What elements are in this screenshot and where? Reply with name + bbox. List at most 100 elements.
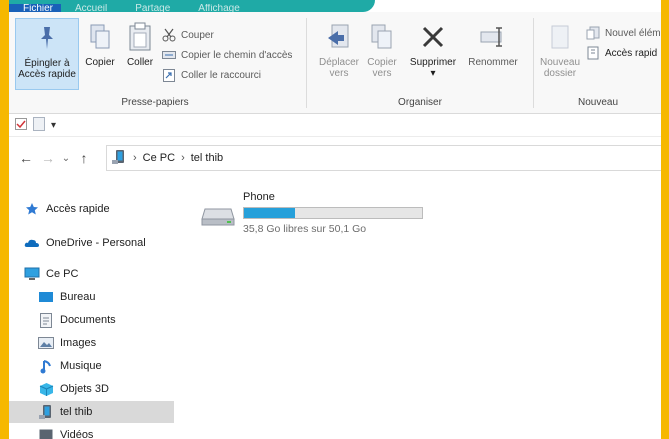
nav-item-desktop[interactable]: Bureau — [9, 286, 174, 308]
nav-item-quick-access[interactable]: Accès rapide — [9, 198, 174, 220]
paste-label: Coller — [126, 57, 154, 68]
properties-icon[interactable] — [15, 118, 27, 133]
back-icon[interactable]: ← — [15, 150, 37, 166]
copy-to-label-2: vers — [372, 68, 392, 79]
copy-path-button[interactable]: Copier le chemin d'accès — [161, 46, 292, 64]
nav-label: Ce PC — [46, 268, 79, 280]
new-folder-icon — [544, 20, 576, 54]
nav-item-onedrive[interactable]: OneDrive - Personal — [9, 232, 174, 254]
rename-button[interactable]: Renommer — [463, 18, 523, 70]
hard-drive-icon — [201, 201, 235, 230]
nav-label: Objets 3D — [60, 383, 109, 395]
copy-icon — [84, 20, 116, 54]
breadcrumb-separator: › — [133, 152, 137, 164]
drive-usage-fill — [244, 208, 295, 218]
music-note-icon — [37, 358, 55, 374]
up-icon[interactable]: ↑ — [73, 150, 95, 166]
nav-item-3d-objects[interactable]: Objets 3D — [9, 378, 174, 400]
nav-item-music[interactable]: Musique — [9, 355, 174, 377]
pin-quick-access-button[interactable]: Épingler à Accès rapide — [15, 18, 79, 90]
copy-label: Copier — [85, 57, 115, 68]
copy-to-icon — [366, 20, 398, 54]
copy-path-label: Copier le chemin d'accès — [181, 49, 293, 61]
paste-button[interactable]: Coller — [121, 18, 159, 70]
drive-free-space: 35,8 Go libres sur 50,1 Go — [243, 223, 367, 235]
content-pane: Phone 35,8 Go libres sur 50,1 Go — [179, 185, 659, 439]
breadcrumb-item[interactable]: tel thib — [191, 152, 223, 164]
move-to-label-1: Déplacer — [318, 57, 360, 68]
quick-access-toolbar: ▾ — [9, 115, 661, 137]
recent-locations-icon[interactable]: ⌄ — [59, 153, 73, 164]
device-icon — [37, 404, 55, 420]
move-to-icon — [323, 20, 355, 54]
navigation-bar: ← → ⌄ ↑ › Ce PC › tel thib — [9, 145, 661, 171]
move-to-label-2: vers — [329, 68, 349, 79]
address-bar[interactable]: › Ce PC › tel thib — [106, 145, 661, 171]
navigation-pane: Accès rapide OneDrive - Personal Ce PC B… — [9, 185, 174, 439]
new-folder-qat-icon[interactable] — [33, 117, 45, 134]
breadcrumb-separator: › — [181, 152, 185, 164]
easy-access-button[interactable]: Accès rapid — [585, 44, 657, 62]
group-organize: Déplacer vers Copier vers Supprimer ▾ Re… — [309, 12, 531, 112]
rename-label: Renommer — [468, 57, 518, 68]
paste-shortcut-label: Coller le raccourci — [181, 69, 262, 81]
nav-item-device[interactable]: tel thib — [9, 401, 174, 423]
drive-name: Phone — [243, 191, 275, 203]
cut-label: Couper — [181, 29, 214, 41]
nav-item-videos[interactable]: Vidéos — [9, 424, 174, 439]
scissors-icon — [161, 27, 177, 43]
cloud-icon — [23, 235, 41, 251]
easy-access-label: Accès rapid — [605, 47, 658, 59]
nav-item-images[interactable]: Images — [9, 332, 174, 354]
nav-label: OneDrive - Personal — [46, 237, 146, 249]
group-clipboard: Épingler à Accès rapide Copier Coller Co… — [9, 12, 301, 112]
desktop-icon — [37, 289, 55, 305]
drive-usage-bar — [243, 207, 423, 219]
delete-label: Supprimer — [409, 57, 457, 68]
new-folder-label-2: dossier — [543, 68, 577, 79]
nav-label: Accès rapide — [46, 203, 110, 215]
device-icon — [111, 149, 127, 168]
group-new: Nouveau dossier Nouvel élém Accès rapid … — [535, 12, 661, 112]
delete-button[interactable]: Supprimer ▾ — [405, 18, 461, 81]
clipboard-group-label: Presse-papiers — [121, 97, 189, 108]
nav-label: tel thib — [60, 406, 93, 418]
monitor-icon — [23, 266, 41, 282]
cube-icon — [37, 381, 55, 397]
move-to-button[interactable]: Déplacer vers — [315, 18, 363, 81]
new-item-button[interactable]: Nouvel élém — [585, 24, 661, 42]
new-group-label: Nouveau — [577, 97, 619, 108]
organize-group-label: Organiser — [398, 97, 442, 108]
easy-access-icon — [585, 45, 601, 61]
ribbon-separator — [533, 18, 534, 108]
chevron-down-icon: ▾ — [430, 68, 436, 79]
ribbon: Épingler à Accès rapide Copier Coller Co… — [9, 12, 661, 114]
customize-qat-icon[interactable]: ▾ — [51, 120, 56, 131]
cut-button[interactable]: Couper — [161, 26, 214, 44]
pin-icon — [31, 21, 63, 55]
paste-shortcut-icon — [161, 67, 177, 83]
new-folder-button[interactable]: Nouveau dossier — [535, 18, 585, 81]
breadcrumb-item[interactable]: Ce PC — [143, 152, 175, 164]
drive-tile-phone[interactable]: Phone 35,8 Go libres sur 50,1 Go — [193, 189, 453, 241]
pin-label-2: Accès rapide — [18, 69, 76, 80]
nav-label: Vidéos — [60, 429, 94, 439]
nav-item-this-pc[interactable]: Ce PC — [9, 263, 174, 285]
nav-label: Documents — [60, 314, 116, 326]
forward-icon[interactable]: → — [37, 150, 59, 166]
rename-icon — [477, 20, 509, 54]
pin-label-1: Épingler à — [24, 58, 70, 69]
new-folder-label-1: Nouveau — [539, 57, 581, 68]
paste-shortcut-button[interactable]: Coller le raccourci — [161, 66, 261, 84]
copy-button[interactable]: Copier — [81, 18, 119, 70]
close-icon — [417, 20, 449, 54]
image-icon — [37, 335, 55, 351]
nav-label: Bureau — [60, 291, 96, 303]
ribbon-separator — [306, 18, 307, 108]
copy-path-icon — [161, 47, 177, 63]
explorer-window: Fichier Accueil Partage Affichage Épingl… — [9, 0, 661, 439]
video-icon — [37, 427, 55, 439]
copy-to-button[interactable]: Copier vers — [363, 18, 401, 81]
nav-item-documents[interactable]: Documents — [9, 309, 174, 331]
copy-to-label-1: Copier — [367, 57, 397, 68]
